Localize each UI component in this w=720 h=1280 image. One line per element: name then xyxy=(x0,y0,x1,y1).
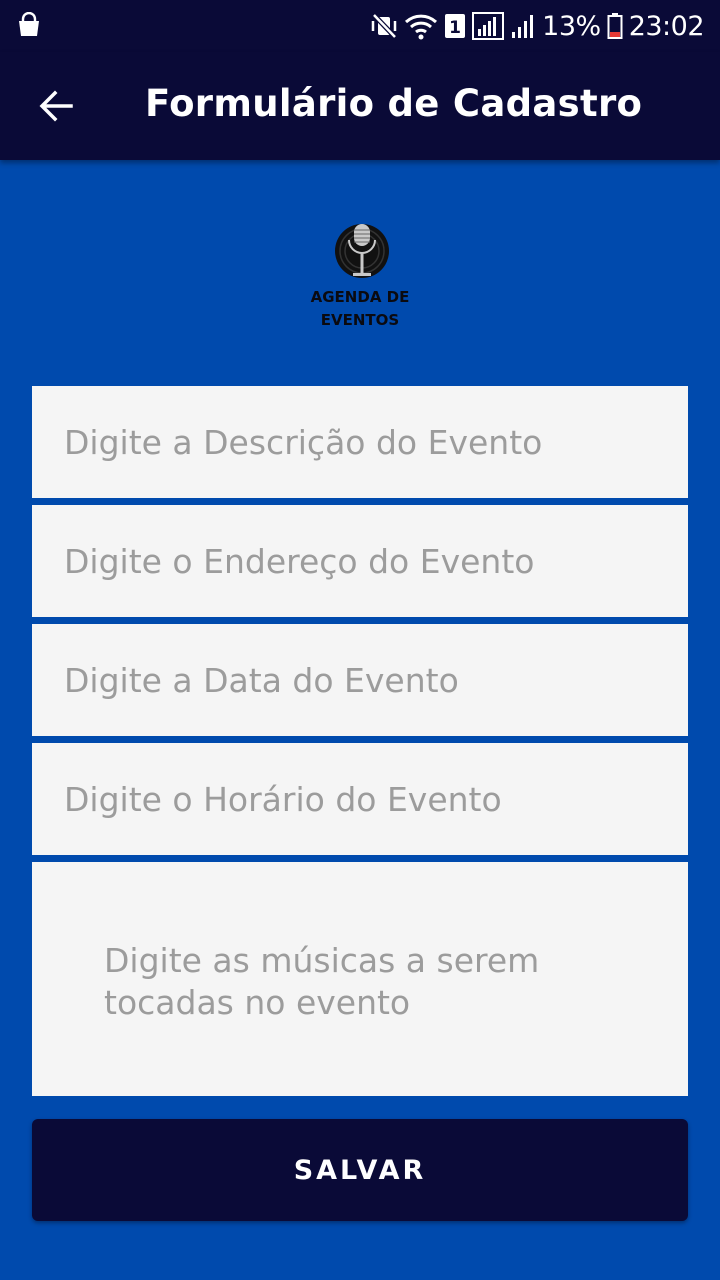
clock: 23:02 xyxy=(628,10,705,42)
app-bar: Formulário de Cadastro xyxy=(0,52,720,160)
date-field[interactable] xyxy=(32,624,688,736)
page-title: Formulário de Cadastro xyxy=(145,82,643,125)
back-button[interactable] xyxy=(28,80,84,132)
shopping-bag-icon xyxy=(16,11,42,38)
signal-2-icon xyxy=(510,12,536,40)
songs-field[interactable] xyxy=(32,862,688,1096)
logo-text: AGENDA DE EVENTOS xyxy=(290,286,430,332)
status-bar: 1 13% 23:02 xyxy=(0,0,720,52)
time-field[interactable] xyxy=(32,743,688,855)
sim-1-icon: 1 xyxy=(444,13,466,39)
save-button[interactable]: SALVAR xyxy=(32,1119,688,1221)
status-icons: 1 13% 23:02 xyxy=(370,8,705,44)
battery-icon xyxy=(607,12,623,40)
description-field[interactable] xyxy=(32,386,688,498)
time-input[interactable] xyxy=(32,743,688,855)
wifi-icon xyxy=(404,12,438,40)
signal-icon xyxy=(472,12,505,40)
songs-textarea[interactable] xyxy=(32,862,688,1096)
description-input[interactable] xyxy=(32,386,688,498)
app-logo: AGENDA DE EVENTOS xyxy=(290,218,430,333)
mute-vibrate-icon xyxy=(370,12,398,40)
arrow-left-icon xyxy=(39,90,73,122)
logo-text-line1: AGENDA DE xyxy=(310,288,410,306)
address-input[interactable] xyxy=(32,505,688,617)
date-input[interactable] xyxy=(32,624,688,736)
microphone-icon xyxy=(334,220,390,282)
battery-percent: 13% xyxy=(542,10,601,42)
address-field[interactable] xyxy=(32,505,688,617)
logo-text-line2: EVENTOS xyxy=(320,311,400,329)
sim-badge: 1 xyxy=(449,18,461,38)
